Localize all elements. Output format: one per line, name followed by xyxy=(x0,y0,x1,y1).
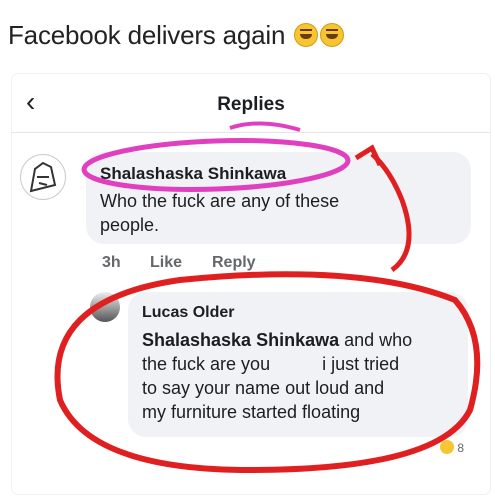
red-arrowhead-annotation xyxy=(354,144,383,167)
annotation-overlay xyxy=(54,121,481,474)
red-circle-annotation xyxy=(54,271,481,474)
red-arrow-annotation xyxy=(370,152,412,273)
pink-circle-annotation xyxy=(81,138,351,192)
pink-underline-annotation xyxy=(229,121,301,132)
